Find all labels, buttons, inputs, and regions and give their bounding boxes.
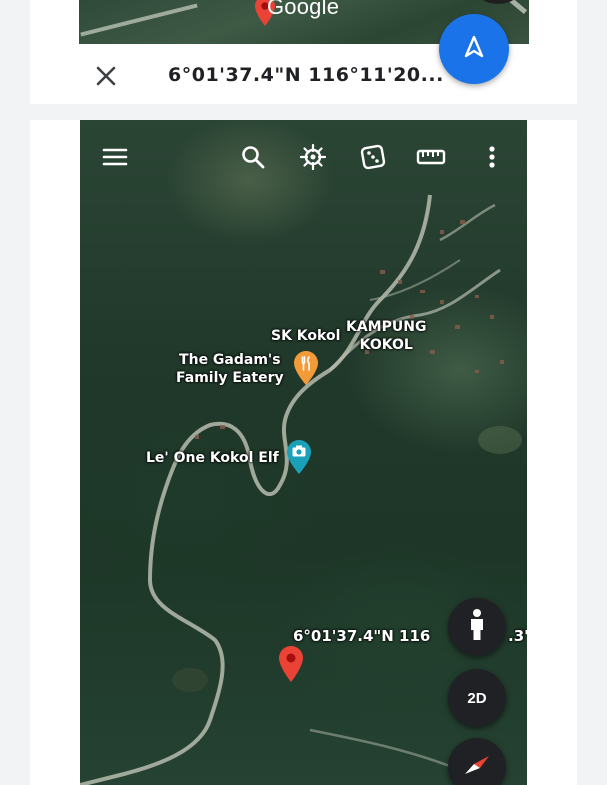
compass-icon: [462, 750, 492, 784]
search-icon[interactable]: [238, 142, 268, 172]
map-toolbar: [80, 120, 527, 190]
dropped-pin-icon[interactable]: [279, 646, 303, 686]
place-label-school[interactable]: SK Kokol: [271, 327, 340, 345]
page: Google 6°01'37.4"N 116°11'20... SK Kokol…: [0, 0, 607, 785]
eatery-label-line1: The Gadam's: [179, 352, 281, 368]
map-card: SK Kokol KAMPUNG KOKOL The Gadam's Famil…: [30, 120, 577, 785]
navigate-button[interactable]: [439, 14, 509, 84]
street-view-button[interactable]: [448, 598, 506, 656]
view-mode-label: 2D: [467, 689, 487, 707]
village-label-line2: KOKOL: [359, 337, 413, 353]
top-card: Google 6°01'37.4"N 116°11'20...: [30, 0, 577, 104]
place-label-photo-spot[interactable]: Le' One Kokol Elf: [146, 449, 279, 467]
village-label-line1: KAMPUNG: [346, 319, 427, 335]
menu-icon[interactable]: [100, 142, 130, 172]
camera-marker-icon[interactable]: [287, 440, 311, 478]
coordinates-text: 6°01'37.4"N 116°11'20...: [168, 64, 444, 86]
view-mode-2d-button[interactable]: 2D: [448, 669, 506, 727]
road: [80, 3, 198, 37]
pin-coordinates-label: 6°01'37.4"N 116: [293, 627, 431, 645]
pegman-icon: [466, 608, 488, 646]
satellite-map[interactable]: SK Kokol KAMPUNG KOKOL The Gadam's Famil…: [80, 120, 527, 785]
eatery-label-line2: Family Eatery: [176, 370, 284, 386]
dice-icon[interactable]: [358, 142, 388, 172]
pin-coordinates-label-tail: .3": [508, 627, 527, 645]
place-label-eatery[interactable]: The Gadam's Family Eatery: [176, 351, 284, 387]
ruler-icon[interactable]: [416, 142, 446, 172]
restaurant-marker-icon[interactable]: [294, 351, 318, 389]
voyager-helm-icon[interactable]: [298, 142, 328, 172]
more-vert-icon[interactable]: [477, 142, 507, 172]
place-label-village[interactable]: KAMPUNG KOKOL: [346, 318, 426, 354]
google-logo: Google: [267, 0, 340, 19]
close-icon[interactable]: [92, 62, 120, 90]
navigation-arrow-icon: [461, 34, 487, 64]
